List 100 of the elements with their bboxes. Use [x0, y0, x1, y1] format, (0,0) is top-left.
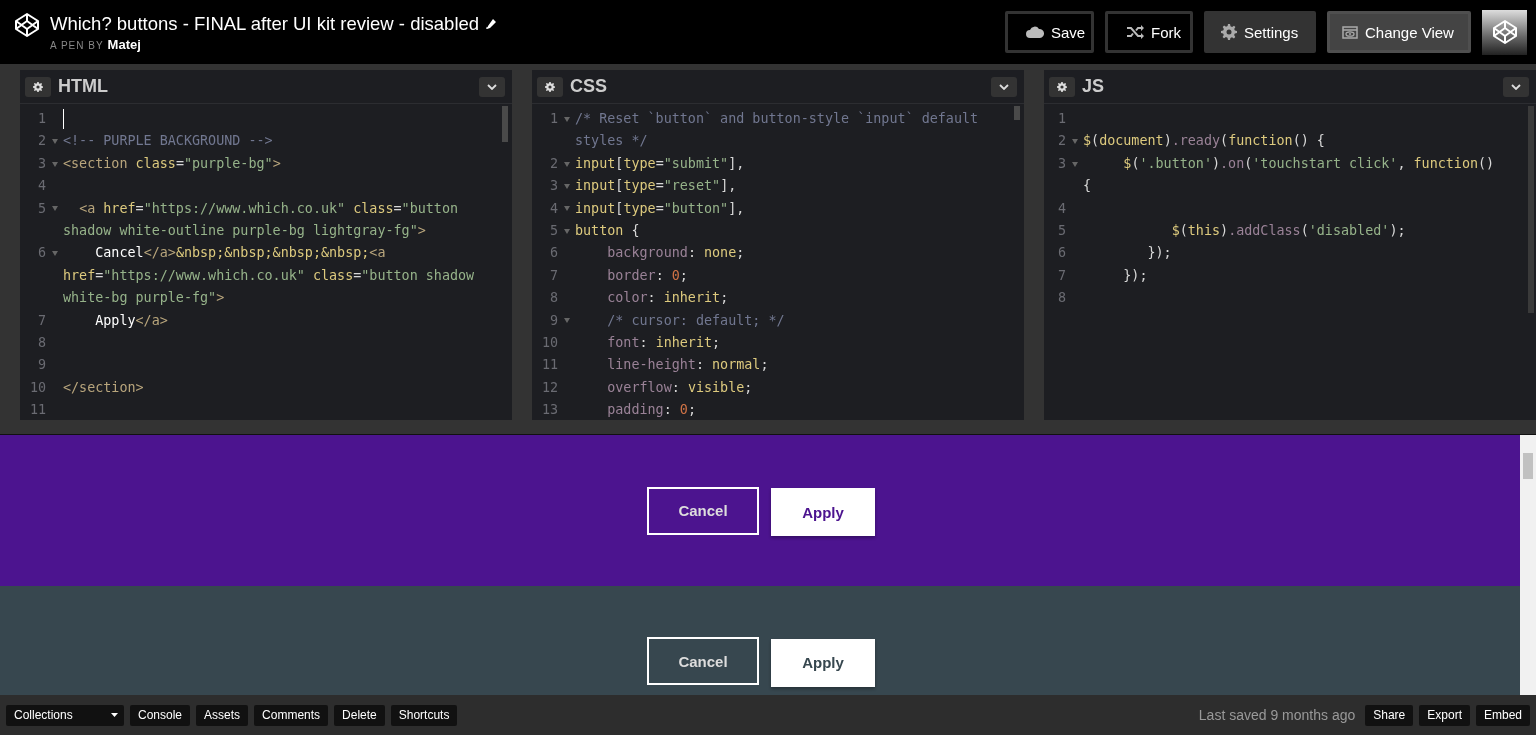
window-icon: [1342, 25, 1358, 39]
code-line: /* Reset `button` and button-style `input` default styles */: [575, 110, 980, 151]
gear-icon: [545, 81, 555, 92]
line-number: 7: [1056, 266, 1066, 285]
code-line: font: inherit;: [606, 334, 722, 353]
line-number: 7: [36, 311, 46, 330]
scrollbar-thumb[interactable]: [502, 106, 508, 142]
cancel-button[interactable]: Cancel: [647, 486, 759, 535]
scrollbar-thumb[interactable]: [1528, 106, 1534, 313]
view-button[interactable]: Change View: [1327, 11, 1471, 53]
chevron-icon: [999, 83, 1009, 90]
code-line: color: inherit;: [606, 289, 730, 308]
code-line: <section class="purple-bg">: [63, 154, 282, 173]
line-number: 4: [548, 199, 558, 218]
resize-bar[interactable]: [0, 420, 1536, 435]
collections-dropdown[interactable]: Collections: [6, 704, 124, 726]
footer-button[interactable]: Shortcuts: [390, 704, 458, 726]
settings-button[interactable]: [25, 76, 51, 97]
line-number: 4: [1056, 199, 1066, 218]
line-number: 7: [548, 266, 558, 285]
gear-icon: [1221, 24, 1237, 40]
settings-button[interactable]: Settings: [1204, 11, 1316, 53]
code-line: $(this).addClass('disabled');: [1170, 222, 1407, 241]
scrollbar-thumb[interactable]: [1014, 106, 1020, 120]
code-line: Apply</a>: [94, 311, 169, 330]
line-number: 8: [548, 289, 558, 308]
pen-title: Which? buttons - FINAL after UI kit review - disabled: [50, 12, 480, 36]
settings-button[interactable]: [1049, 76, 1075, 97]
line-number: 1: [548, 110, 558, 128]
line-number: 8: [1056, 289, 1066, 308]
pencil-icon: [485, 18, 498, 30]
line-number: 8: [36, 334, 46, 353]
line-number: 2: [1056, 132, 1066, 151]
footer-button[interactable]: Export: [1419, 704, 1470, 726]
footer-button[interactable]: Embed: [1475, 704, 1530, 726]
gear-icon: [1057, 81, 1067, 92]
code-line: $(document).ready(function() {: [1083, 132, 1326, 151]
line-number: 5: [36, 199, 46, 218]
code-line: });: [1122, 266, 1149, 285]
line-number: 3: [1056, 154, 1066, 173]
line-number: 1: [1056, 110, 1066, 128]
footer-button[interactable]: Share: [1365, 704, 1414, 726]
author-link[interactable]: Matej: [107, 37, 141, 52]
code-line: input[type="reset"],: [575, 177, 738, 196]
cloud-icon: [1026, 26, 1044, 38]
line-number: 5: [1056, 222, 1066, 241]
line-number: 6: [36, 244, 46, 263]
scrollbar[interactable]: [1520, 435, 1536, 695]
collapse-button[interactable]: [1503, 76, 1529, 97]
line-number: 12: [540, 378, 558, 397]
line-number: 9: [36, 356, 46, 375]
collapse-button[interactable]: [991, 76, 1017, 97]
line-number: 2: [36, 132, 46, 151]
line-number: 4: [36, 177, 46, 196]
line-number: 11: [540, 356, 558, 375]
code-line: <a href="https://www.which.co.uk" class="button shadow white-outline purple-bg lightgray-fg">: [63, 199, 460, 241]
line-number: 3: [548, 177, 558, 196]
caret-icon: [111, 713, 118, 717]
code-line: /* cursor: default; */: [606, 311, 786, 330]
code-line: Cancel</a>&nbsp;&nbsp;&nbsp;&nbsp;<a href="https://www.which.co.uk" class="button shadow white-bg purple-fg">: [63, 244, 476, 308]
code-line: line-height: normal;: [606, 356, 770, 375]
save-button[interactable]: Save: [1005, 11, 1094, 53]
line-number: 5: [548, 222, 558, 241]
line-number: 10: [28, 378, 46, 397]
settings-button[interactable]: [537, 76, 563, 97]
logo-icon: [14, 12, 40, 38]
line-number: 6: [548, 244, 558, 263]
line-number: 1: [36, 110, 46, 128]
line-number: 11: [28, 401, 46, 420]
fork-icon: [1126, 25, 1144, 39]
footer-button[interactable]: Assets: [196, 704, 249, 726]
line-number: 9: [548, 311, 558, 330]
code-line: button {: [575, 222, 641, 241]
code-line: <!-- PURPLE BACKGROUND -->: [63, 132, 274, 151]
code-line: background: none;: [606, 244, 746, 263]
code-line: border: 0;: [606, 266, 689, 285]
apply-button[interactable]: Apply: [771, 488, 875, 536]
line-number: 3: [36, 154, 46, 173]
footer-button[interactable]: Delete: [334, 704, 385, 726]
code-line: $('.button').on('touchstart click', function() {: [1083, 154, 1496, 196]
avatar[interactable]: [1482, 9, 1527, 55]
panel-title: HTML: [58, 76, 108, 97]
footer-button[interactable]: Comments: [254, 704, 329, 726]
panel-title: JS: [1082, 76, 1105, 97]
fork-button[interactable]: Fork: [1105, 11, 1193, 53]
apply-button[interactable]: Apply: [771, 638, 875, 687]
line-number: 2: [548, 154, 558, 173]
cancel-button[interactable]: Cancel: [647, 637, 759, 685]
line-number: 6: [1056, 244, 1066, 263]
gear-icon: [33, 81, 43, 92]
code-line: input[type="submit"],: [575, 154, 746, 173]
line-number: 13: [540, 401, 558, 420]
footer-button[interactable]: Console: [130, 704, 191, 726]
chevron-icon: [487, 83, 497, 90]
code-line: </section>: [63, 378, 145, 397]
byline-label: A PEN BY: [50, 40, 104, 51]
collapse-button[interactable]: [479, 76, 505, 97]
chevron-icon: [1511, 83, 1521, 90]
code-line: overflow: visible;: [606, 378, 754, 397]
code-line: padding: 0;: [606, 401, 697, 420]
